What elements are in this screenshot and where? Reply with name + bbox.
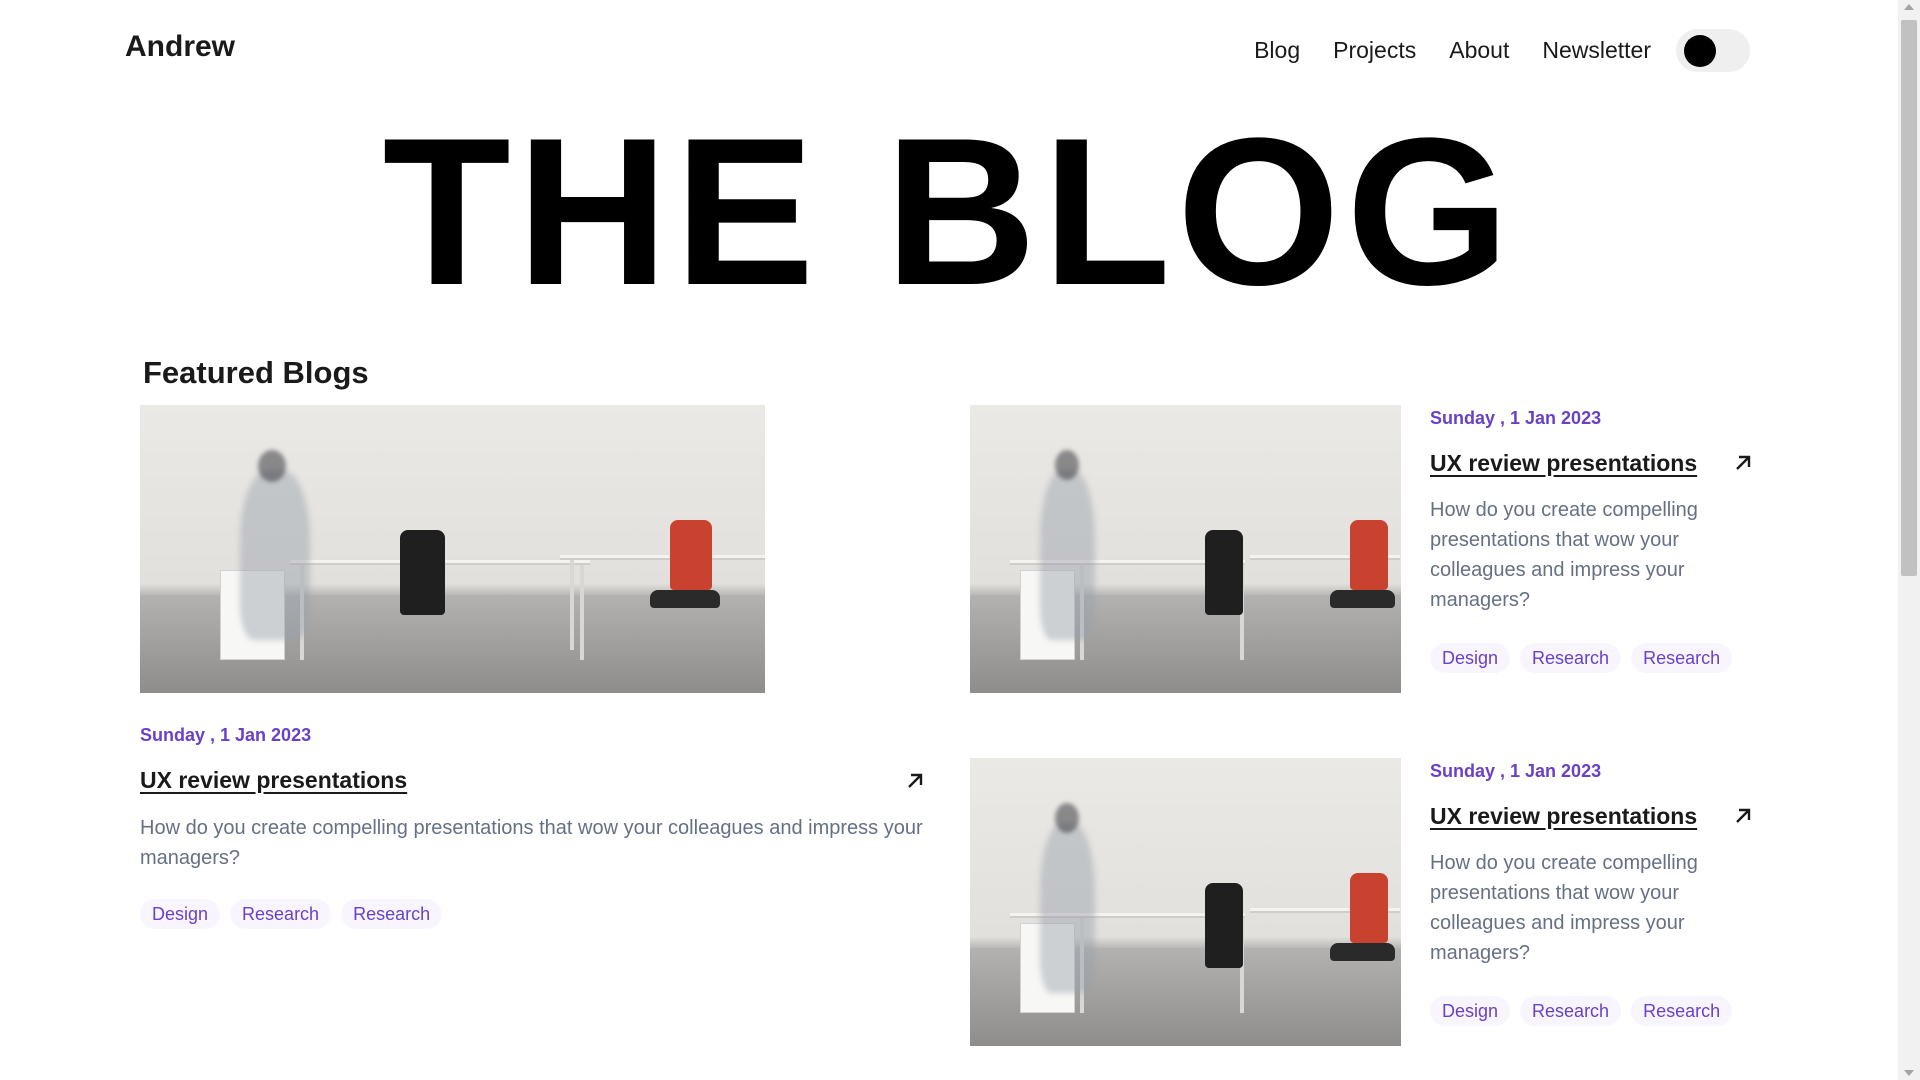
image-person [1040, 470, 1095, 640]
nav-blog[interactable]: Blog [1254, 28, 1300, 72]
image-chair [400, 530, 445, 615]
tag-design[interactable]: Design [1430, 996, 1511, 1026]
image-chair-base [650, 590, 720, 608]
post-title[interactable]: UX review presentations [1430, 450, 1697, 477]
post-excerpt: How do you create compelling presentatio… [1430, 852, 1698, 964]
site-logo[interactable]: Andrew [125, 30, 235, 64]
page-scrollbar[interactable] [1898, 0, 1920, 1080]
nav-newsletter[interactable]: Newsletter [1542, 28, 1651, 72]
image-chair-red [670, 520, 712, 590]
image-desk-leg [570, 560, 574, 650]
image-chair-red [1350, 873, 1388, 943]
image-person [1040, 823, 1095, 993]
post-date: Sunday , 1 Jan 2023 [140, 725, 312, 745]
image-desk [560, 555, 765, 560]
nav-projects[interactable]: Projects [1333, 28, 1416, 72]
post-title[interactable]: UX review presentations [140, 767, 407, 794]
image-chair-red [1350, 520, 1388, 590]
post-image[interactable] [970, 405, 1401, 693]
post-image[interactable] [970, 758, 1401, 1046]
image-desk-leg [580, 565, 584, 660]
image-chair [1205, 530, 1243, 615]
image-person-head [1055, 450, 1079, 480]
hero-title: THE BLOG [382, 94, 1516, 329]
tag-research[interactable]: Research [1631, 643, 1733, 673]
page: Andrew Blog Projects About Newsletter TH… [0, 0, 1898, 1080]
post-date: Sunday , 1 Jan 2023 [1430, 408, 1602, 428]
tag-research[interactable]: Research [1520, 643, 1622, 673]
toggle-knob [1684, 34, 1716, 67]
arrow-up-right-icon[interactable] [1731, 451, 1755, 475]
post-date: Sunday , 1 Jan 2023 [1430, 761, 1602, 781]
image-person [240, 470, 310, 640]
featured-blogs-title: Featured Blogs [143, 355, 369, 390]
arrow-up-right-icon[interactable] [1731, 804, 1755, 828]
dark-mode-toggle[interactable] [1676, 28, 1750, 72]
scroll-up-arrow-icon[interactable] [1904, 4, 1914, 10]
tag-research[interactable]: Research [230, 899, 332, 929]
post-excerpt: How do you create compelling presentatio… [140, 817, 923, 869]
scroll-down-arrow-icon[interactable] [1904, 1070, 1914, 1076]
scrollbar-thumb[interactable] [1901, 20, 1917, 576]
post-title[interactable]: UX review presentations [1430, 803, 1697, 830]
tag-design[interactable]: Design [1430, 643, 1511, 673]
tag-research[interactable]: Research [1631, 996, 1733, 1026]
image-chair-base [1330, 590, 1395, 608]
post-image[interactable] [140, 405, 765, 693]
image-person-head [1055, 803, 1079, 833]
nav-about[interactable]: About [1449, 28, 1509, 72]
tag-design[interactable]: Design [140, 899, 221, 929]
image-chair-base [1330, 943, 1395, 961]
image-chair [1205, 883, 1243, 968]
tag-research[interactable]: Research [1520, 996, 1622, 1026]
image-person-head [258, 450, 286, 482]
arrow-up-right-icon[interactable] [903, 769, 927, 793]
main-nav: Blog Projects About Newsletter [1254, 28, 1750, 72]
post-tags: Design Research Research [140, 899, 452, 929]
post-tags: Design Research Research [1430, 643, 1742, 673]
post-excerpt: How do you create compelling presentatio… [1430, 499, 1698, 611]
post-tags: Design Research Research [1430, 996, 1742, 1026]
tag-research[interactable]: Research [341, 899, 443, 929]
